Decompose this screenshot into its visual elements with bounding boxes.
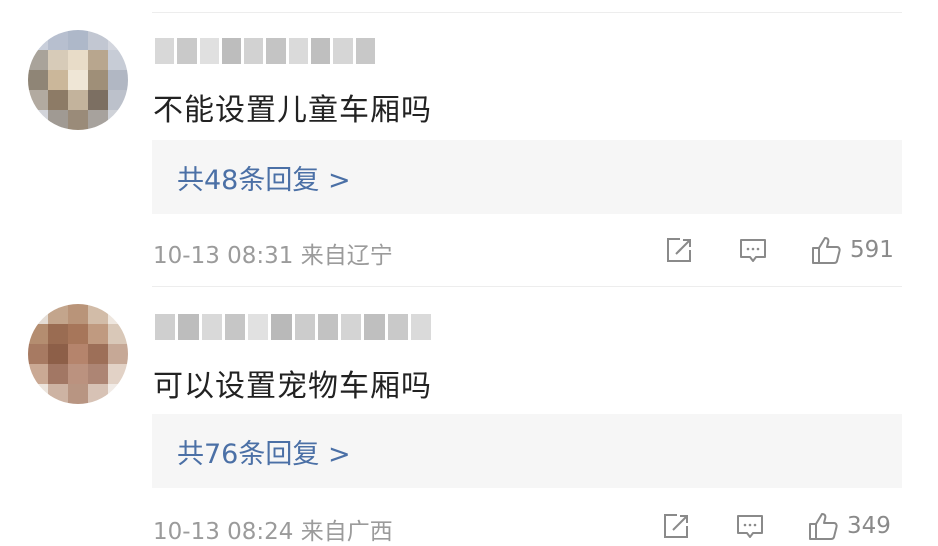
username-mosaic-block xyxy=(341,314,362,340)
top-divider xyxy=(152,12,902,13)
avatar-mosaic-tile xyxy=(88,304,108,324)
share-icon[interactable] xyxy=(661,510,693,542)
avatar-mosaic-tile xyxy=(28,344,48,364)
avatar-mosaic-tile xyxy=(28,364,48,384)
avatar-mosaic-tile xyxy=(48,90,68,110)
thumbs-up-icon xyxy=(810,234,842,266)
avatar[interactable] xyxy=(28,304,128,404)
username-mosaic-block xyxy=(221,38,242,64)
username-mosaic-block xyxy=(333,38,353,64)
like-button[interactable]: 591 xyxy=(810,234,894,266)
avatar-mosaic-tile xyxy=(48,364,68,384)
username-mosaic-block xyxy=(199,38,219,64)
thumbs-up-icon xyxy=(807,510,839,542)
timestamp-location: 10-13 08:31 来自辽宁 xyxy=(153,243,393,269)
avatar-mosaic-tile xyxy=(108,304,128,324)
username-mosaic-block xyxy=(288,38,309,64)
avatar-mosaic-tile xyxy=(108,324,128,344)
avatar-mosaic-tile xyxy=(108,50,128,70)
comment-actions: 591 xyxy=(664,232,894,268)
username-mosaic-block xyxy=(364,314,385,340)
username-mosaic-block xyxy=(311,38,331,64)
comment-icon[interactable] xyxy=(737,234,769,266)
comment-text: 不能设置儿童车厢吗 xyxy=(153,93,432,128)
avatar-mosaic-tile xyxy=(28,90,48,110)
username-mosaic-block xyxy=(155,38,175,64)
username-mosaic-block xyxy=(201,314,222,340)
comment-text: 可以设置宠物车厢吗 xyxy=(153,369,432,404)
avatar-mosaic-tile xyxy=(28,324,48,344)
avatar-mosaic-tile xyxy=(68,50,88,70)
avatar-mosaic-tile xyxy=(68,324,88,344)
avatar-mosaic-tile xyxy=(88,70,108,90)
avatar-mosaic-tile xyxy=(68,90,88,110)
avatar-mosaic-tile xyxy=(68,364,88,384)
like-count: 591 xyxy=(850,237,894,263)
like-count: 349 xyxy=(847,513,891,539)
avatar-mosaic-tile xyxy=(48,324,68,344)
avatar-mosaic-tile xyxy=(108,90,128,110)
avatar-mosaic-tile xyxy=(48,304,68,324)
timestamp-location: 10-13 08:24 来自广西 xyxy=(153,519,393,545)
username-mosaic-block xyxy=(178,314,199,340)
avatar-mosaic-tile xyxy=(68,110,88,130)
username-blurred[interactable] xyxy=(155,312,431,342)
username-mosaic-block xyxy=(294,314,315,340)
username-mosaic-block xyxy=(410,314,431,340)
reply-count-label: 共48条回复 > xyxy=(177,164,351,196)
avatar-mosaic-tile xyxy=(88,384,108,404)
avatar-mosaic-tile xyxy=(88,110,108,130)
username-mosaic-block xyxy=(177,38,197,64)
comment-actions: 349 xyxy=(661,508,891,544)
avatar-mosaic-tile xyxy=(88,30,108,50)
avatar-mosaic-tile xyxy=(48,110,68,130)
username-mosaic-block xyxy=(355,38,375,64)
avatar-mosaic-tile xyxy=(88,364,108,384)
avatar-mosaic-tile xyxy=(88,324,108,344)
avatar-mosaic-tile xyxy=(108,384,128,404)
avatar-mosaic-tile xyxy=(108,110,128,130)
view-replies-button[interactable]: 共76条回复 > xyxy=(152,414,902,488)
username-mosaic-block xyxy=(244,38,264,64)
avatar-mosaic-tile xyxy=(68,70,88,90)
avatar-mosaic-tile xyxy=(48,344,68,364)
avatar-mosaic-tile xyxy=(28,384,48,404)
avatar-mosaic-tile xyxy=(28,70,48,90)
username-blurred[interactable] xyxy=(155,36,375,66)
username-mosaic-block xyxy=(387,314,408,340)
like-button[interactable]: 349 xyxy=(807,510,891,542)
username-mosaic-block xyxy=(155,314,176,340)
username-mosaic-block xyxy=(266,38,286,64)
avatar-mosaic-tile xyxy=(88,90,108,110)
avatar[interactable] xyxy=(28,30,128,130)
comment-icon[interactable] xyxy=(734,510,766,542)
username-mosaic-block xyxy=(248,314,269,340)
comment-divider xyxy=(152,286,902,287)
share-icon[interactable] xyxy=(664,234,696,266)
avatar-mosaic-tile xyxy=(28,304,48,324)
username-mosaic-block xyxy=(271,314,292,340)
avatar-mosaic-tile xyxy=(68,30,88,50)
reply-count-label: 共76条回复 > xyxy=(177,438,351,470)
avatar-mosaic-tile xyxy=(108,70,128,90)
avatar-mosaic-tile xyxy=(28,30,48,50)
avatar-mosaic-tile xyxy=(68,344,88,364)
avatar-mosaic-tile xyxy=(108,344,128,364)
avatar-mosaic-tile xyxy=(48,384,68,404)
view-replies-button[interactable]: 共48条回复 > xyxy=(152,140,902,214)
avatar-mosaic-tile xyxy=(48,70,68,90)
avatar-mosaic-tile xyxy=(48,50,68,70)
avatar-mosaic-tile xyxy=(108,30,128,50)
avatar-mosaic-tile xyxy=(28,50,48,70)
avatar-mosaic-tile xyxy=(88,50,108,70)
avatar-mosaic-tile xyxy=(88,344,108,364)
username-mosaic-block xyxy=(224,314,245,340)
avatar-mosaic-tile xyxy=(68,304,88,324)
username-mosaic-block xyxy=(317,314,338,340)
avatar-mosaic-tile xyxy=(48,30,68,50)
avatar-mosaic-tile xyxy=(108,364,128,384)
avatar-mosaic-tile xyxy=(68,384,88,404)
avatar-mosaic-tile xyxy=(28,110,48,130)
